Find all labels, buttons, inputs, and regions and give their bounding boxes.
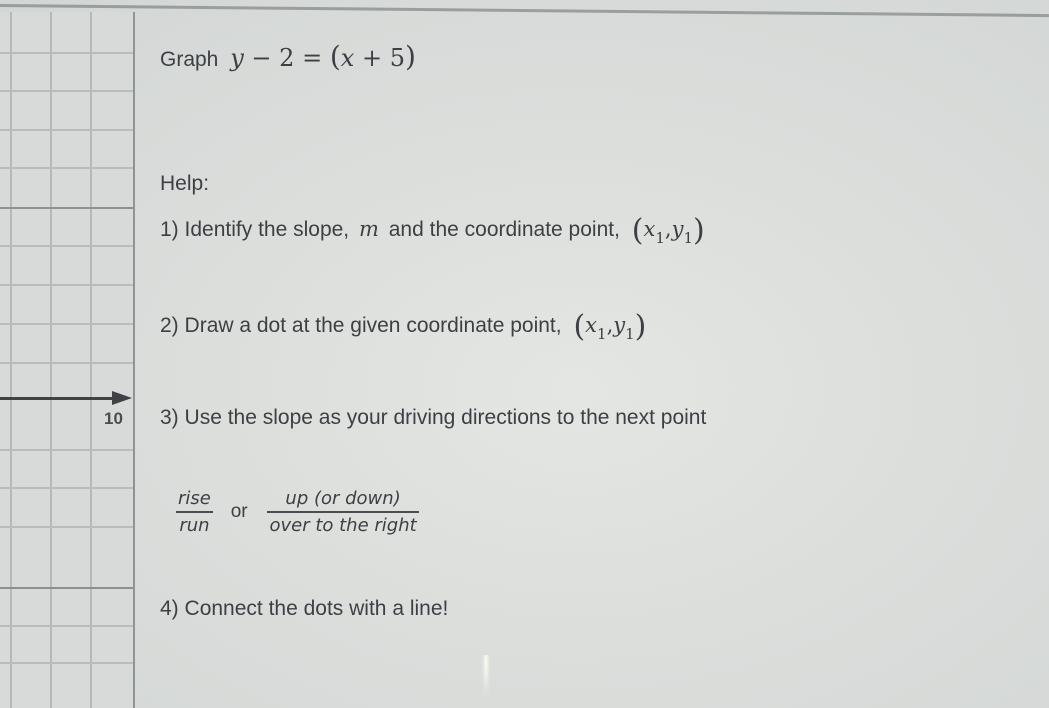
point-sep: ,: [664, 217, 672, 241]
step-number: 3): [160, 406, 179, 429]
grid-vline: [10, 12, 12, 708]
eq-y: y: [230, 44, 244, 72]
point-y: y: [613, 313, 626, 337]
grid-border: [133, 12, 135, 708]
fraction-numerator: rise: [176, 488, 213, 513]
grid-hline: [0, 449, 135, 451]
grid-hline: [0, 323, 135, 325]
step-text: Connect the dots with a line!: [184, 597, 449, 620]
step-text: Use the slope as your driving directions…: [184, 406, 707, 429]
grid-hline: [0, 284, 135, 286]
point-x: x: [585, 313, 598, 337]
slope-fractions: rise run or up (or down) over to the rig…: [176, 488, 419, 536]
screen-top-edge: [0, 4, 1049, 18]
help-step-1: 1) Identify the slope, m and the coordin…: [160, 213, 705, 248]
step-text: Draw a dot at the given coordinate point…: [184, 314, 562, 337]
grid-hline: [0, 487, 135, 489]
grid-hline: [0, 245, 135, 247]
grid-vline: [90, 12, 92, 708]
grid-hline: [0, 52, 135, 54]
eq-open-paren: (: [329, 40, 341, 73]
slope-variable: m: [358, 217, 379, 241]
step-number: 1): [160, 218, 179, 241]
problem-statement: Graph y − 2 = (x + 5): [160, 40, 416, 73]
coordinate-point: (x1,y1): [632, 213, 705, 248]
help-step-3: 3) Use the slope as your driving directi…: [160, 406, 706, 430]
fraction-denominator: over to the right: [269, 515, 417, 536]
screen-glare: [482, 655, 490, 695]
step-text: and the coordinate point,: [388, 218, 620, 241]
close-paren: ): [693, 213, 705, 248]
eq-close-paren: ): [405, 40, 416, 73]
eq-plus: +: [361, 44, 383, 72]
fraction-rise-run: rise run: [176, 488, 213, 536]
equation: y − 2 = (x + 5): [230, 40, 416, 73]
eq-x: x: [340, 44, 355, 72]
eq-const-5: 5: [389, 44, 405, 72]
x-axis-tick-label: 10: [104, 409, 123, 428]
point-x-sub: 1: [655, 229, 665, 247]
grid-hline: [0, 90, 135, 92]
coordinate-point: (x1,y1): [573, 309, 646, 344]
point-y-sub: 1: [625, 325, 635, 343]
open-paren: (: [573, 309, 586, 344]
fraction-joiner: or: [230, 501, 248, 522]
eq-const-2: 2: [279, 44, 295, 72]
open-paren: (: [631, 213, 644, 248]
close-paren: ): [634, 309, 647, 344]
photo-background: 10 Graph y − 2 = (x + 5) Help: 1) Identi…: [0, 0, 1049, 708]
grid-hline-major: [0, 587, 135, 589]
step-number: 4): [160, 597, 179, 620]
step-number: 2): [160, 314, 179, 337]
grid-hline: [0, 662, 135, 664]
eq-minus: −: [251, 44, 272, 72]
grid-vline: [50, 12, 52, 708]
help-step-2: 2) Draw a dot at the given coordinate po…: [160, 309, 646, 344]
point-y: y: [671, 217, 684, 241]
help-heading: Help:: [160, 172, 210, 195]
x-axis-line: [0, 397, 118, 400]
problem-prefix: Graph: [160, 48, 219, 71]
eq-equals: =: [302, 44, 323, 72]
grid-hline-major: [0, 207, 135, 209]
grid-hline: [0, 625, 135, 627]
grid-hline: [0, 167, 135, 169]
fraction-denominator: run: [179, 515, 210, 536]
graph-grid-panel[interactable]: [0, 12, 135, 708]
help-step-4: 4) Connect the dots with a line!: [160, 597, 448, 621]
fraction-directions: up (or down) over to the right: [267, 488, 419, 536]
x-axis-arrow-icon: [112, 391, 132, 405]
point-y-sub: 1: [683, 229, 693, 247]
point-x: x: [643, 217, 656, 241]
step-text: Identify the slope,: [184, 218, 350, 241]
grid-hline: [0, 362, 135, 364]
fraction-numerator: up (or down): [267, 488, 419, 513]
grid-hline: [0, 129, 135, 131]
grid-hline: [0, 526, 135, 528]
point-x-sub: 1: [597, 325, 607, 343]
